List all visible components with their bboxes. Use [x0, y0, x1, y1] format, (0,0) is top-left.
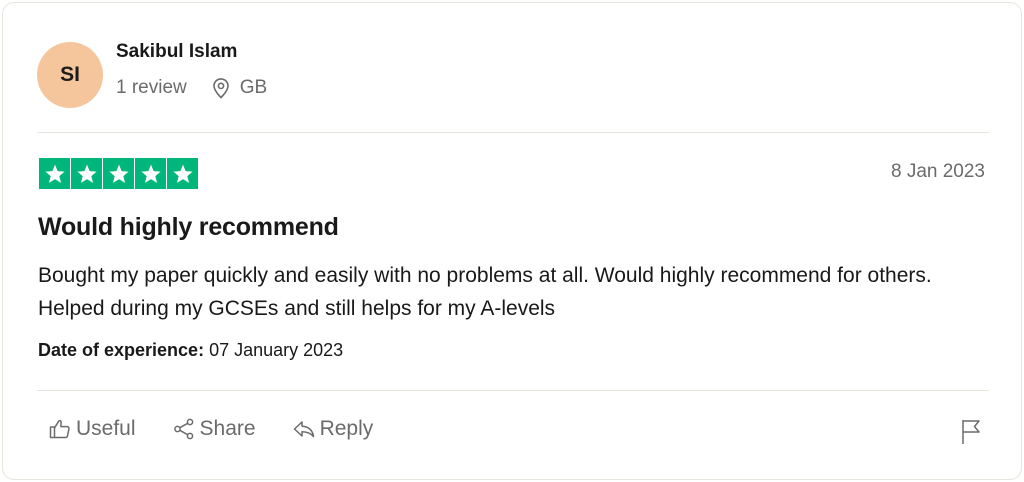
share-button[interactable]: Share — [172, 417, 256, 441]
reviewer-meta: 1 review GB — [116, 77, 267, 99]
reviewer-header: SI Sakibul Islam 1 review GB — [37, 41, 267, 109]
useful-label: Useful — [76, 417, 136, 440]
review-card: SI Sakibul Islam 1 review GB 8 Jan 2023 … — [2, 2, 1022, 480]
review-actions: Useful Share Reply — [48, 417, 409, 441]
review-title: Would highly recommend — [38, 213, 339, 241]
star-icon — [39, 158, 70, 189]
experience-label: Date of experience: — [38, 340, 205, 360]
star-icon — [167, 158, 198, 189]
avatar[interactable]: SI — [37, 42, 103, 108]
reviewer-info: Sakibul Islam 1 review GB — [116, 41, 267, 99]
header-divider — [37, 132, 989, 133]
share-icon — [172, 417, 196, 441]
useful-button[interactable]: Useful — [48, 417, 136, 441]
review-date: 8 Jan 2023 — [890, 161, 985, 182]
experience-date: 07 January 2023 — [209, 340, 344, 360]
avatar-initials: SI — [60, 63, 80, 86]
star-icon — [71, 158, 102, 189]
star-icon — [103, 158, 134, 189]
date-of-experience: Date of experience: 07 January 2023 — [38, 340, 343, 361]
reply-label: Reply — [319, 417, 374, 440]
flag-icon[interactable] — [959, 417, 983, 445]
share-label: Share — [199, 417, 256, 440]
footer-divider — [37, 390, 989, 391]
reviewer-country: GB — [239, 76, 268, 98]
reviewer-name[interactable]: Sakibul Islam — [116, 40, 267, 64]
reply-button[interactable]: Reply — [292, 417, 374, 441]
thumbs-up-icon — [48, 417, 72, 441]
reply-arrow-icon — [292, 417, 316, 441]
review-body: Bought my paper quickly and easily with … — [38, 264, 932, 320]
location-pin-icon — [211, 77, 231, 99]
star-icon — [135, 158, 166, 189]
star-rating — [39, 158, 198, 189]
review-count: 1 review — [116, 76, 187, 98]
